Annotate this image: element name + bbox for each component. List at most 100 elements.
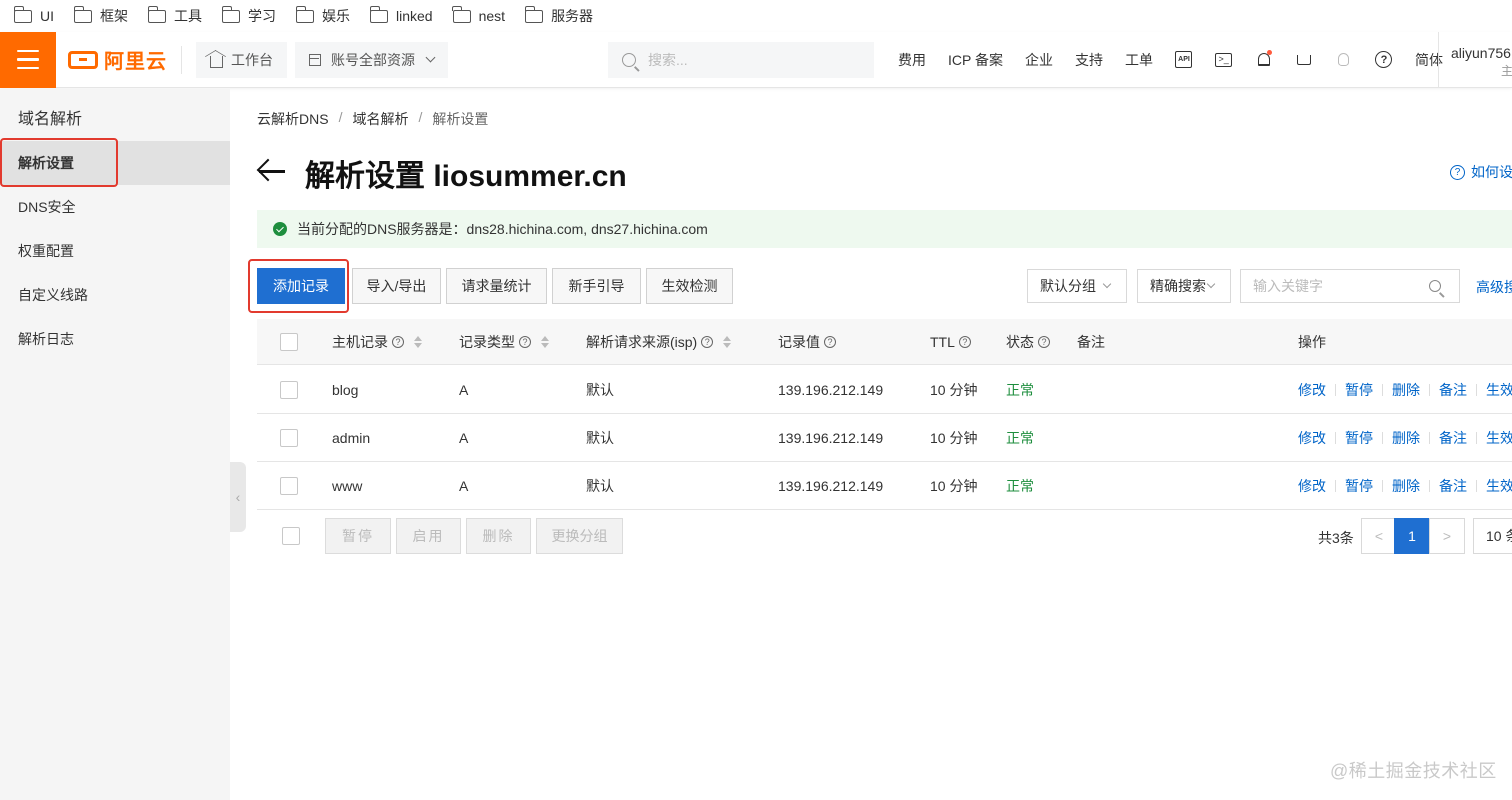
row-checkbox[interactable]: [280, 462, 298, 509]
row-checkbox[interactable]: [280, 366, 298, 413]
menu-button[interactable]: [0, 31, 56, 88]
import-export-button[interactable]: 导入/导出: [352, 268, 441, 304]
folder-icon: [369, 5, 388, 23]
dns-server-notice: 当前分配的DNS服务器是：dns28.hichina.com, dns27.hi…: [257, 210, 1512, 248]
cell-host: admin: [332, 429, 371, 446]
nav-tickets[interactable]: 工单: [1125, 50, 1153, 70]
edit-link[interactable]: 修改: [1298, 476, 1326, 496]
workbench-button[interactable]: 工作台: [196, 41, 287, 78]
user-account[interactable]: aliyun756 主: [1438, 32, 1512, 88]
global-search-input[interactable]: 搜索...: [608, 41, 874, 78]
batch-delete-button[interactable]: 删除: [466, 518, 531, 554]
column-host[interactable]: 主机记录?: [332, 319, 422, 364]
question-icon: ?: [958, 335, 971, 348]
sidebar-item-resolve-logs[interactable]: 解析日志: [0, 317, 230, 361]
top-nav-links: 费用 ICP 备案 企业 支持 工单 API >_ ? 简体: [898, 49, 1465, 70]
prev-page-button[interactable]: <: [1361, 518, 1397, 554]
breadcrumb-dns[interactable]: 云解析DNS: [257, 109, 329, 129]
question-icon: ?: [1038, 335, 1050, 348]
sort-icon[interactable]: [541, 335, 549, 349]
bookmark-ui[interactable]: UI: [13, 5, 54, 24]
select-all-checkbox[interactable]: [280, 319, 298, 364]
remark-link[interactable]: 备注: [1439, 380, 1467, 400]
cell-value: 139.196.212.149: [778, 477, 884, 494]
question-icon: ?: [1450, 164, 1465, 180]
batch-pause-button[interactable]: 暂停: [325, 518, 391, 554]
batch-change-group-button[interactable]: 更换分组: [536, 518, 623, 554]
page-1-button[interactable]: 1: [1394, 518, 1430, 554]
bookmark-linked[interactable]: linked: [369, 5, 433, 24]
bookmark-nest[interactable]: nest: [452, 5, 505, 24]
nav-billing[interactable]: 费用: [898, 50, 926, 70]
api-icon[interactable]: API: [1175, 51, 1193, 69]
group-select[interactable]: 默认分组: [1027, 269, 1127, 303]
folder-icon: [524, 5, 544, 23]
column-status: 状态?: [1006, 319, 1050, 364]
bell-icon[interactable]: [1255, 49, 1273, 69]
effect-check-button[interactable]: 生效检测: [646, 268, 733, 304]
help-icon[interactable]: ?: [1375, 51, 1393, 69]
effect-check-link[interactable]: 生效检: [1486, 476, 1512, 496]
remark-link[interactable]: 备注: [1439, 476, 1467, 496]
effect-check-link[interactable]: 生效检: [1486, 428, 1512, 448]
highlight-annotation: [0, 138, 118, 187]
nav-icp[interactable]: ICP 备案: [948, 50, 1003, 70]
question-icon: ?: [701, 335, 714, 348]
column-type[interactable]: 记录类型?: [459, 319, 549, 364]
top-navigation: 阿里云 工作台 账号全部资源 搜索... 费用 ICP 备案 企业 支持 工单 …: [0, 31, 1512, 88]
sidebar-item-weight-config[interactable]: 权重配置: [0, 229, 230, 273]
chevron-down-icon: [1206, 279, 1216, 289]
question-icon: ?: [519, 335, 531, 348]
pause-link[interactable]: 暂停: [1345, 380, 1373, 400]
cell-host: www: [332, 477, 363, 494]
delete-link[interactable]: 删除: [1392, 428, 1420, 448]
help-link[interactable]: ? 如何设: [1450, 162, 1512, 182]
sidebar-item-custom-lines[interactable]: 自定义线路: [0, 273, 230, 317]
page-size-select[interactable]: 10 条: [1473, 518, 1512, 554]
delete-link[interactable]: 删除: [1392, 380, 1420, 400]
bookmark-study[interactable]: 学习: [221, 5, 276, 26]
bookmark-tools[interactable]: 工具: [147, 5, 202, 26]
bookmark-entertainment[interactable]: 娱乐: [295, 5, 350, 26]
sidebar-collapse-handle[interactable]: ‹: [230, 462, 246, 532]
sort-icon[interactable]: [414, 335, 422, 349]
cell-isp: 默认: [586, 477, 614, 494]
notification-dot: [1266, 49, 1272, 55]
breadcrumb-separator: /: [418, 109, 423, 125]
edit-link[interactable]: 修改: [1298, 380, 1326, 400]
batch-enable-button[interactable]: 启用: [396, 518, 461, 554]
column-isp[interactable]: 解析请求来源(isp)?: [586, 319, 732, 364]
nav-support[interactable]: 支持: [1075, 50, 1103, 70]
watermark: @稀土掘金技术社区: [1330, 761, 1497, 781]
username: aliyun756: [1451, 45, 1511, 61]
nav-enterprise[interactable]: 企业: [1025, 50, 1053, 70]
column-ops: 操作: [1298, 333, 1326, 350]
total-count: 共3条: [1318, 530, 1354, 546]
resource-selector[interactable]: 账号全部资源: [295, 41, 448, 78]
advanced-search-link[interactable]: 高级搜: [1476, 277, 1512, 297]
bookmark-servers[interactable]: 服务器: [524, 5, 593, 26]
search-icon[interactable]: [1429, 280, 1441, 292]
back-arrow-icon[interactable]: [256, 156, 287, 186]
beginner-guide-button[interactable]: 新手引导: [552, 268, 641, 304]
bookmark-frameworks[interactable]: 框架: [73, 5, 128, 26]
pause-link[interactable]: 暂停: [1345, 476, 1373, 496]
sort-icon[interactable]: [723, 335, 732, 349]
breadcrumb-domain[interactable]: 域名解析: [352, 109, 408, 129]
pause-link[interactable]: 暂停: [1345, 428, 1373, 448]
batch-select-checkbox[interactable]: [282, 527, 300, 545]
effect-check-link[interactable]: 生效检: [1486, 380, 1512, 400]
terminal-icon[interactable]: >_: [1215, 51, 1233, 69]
bulb-icon[interactable]: [1335, 51, 1353, 69]
remark-link[interactable]: 备注: [1439, 428, 1467, 448]
search-mode-select[interactable]: 精确搜索: [1137, 269, 1231, 303]
next-page-button[interactable]: >: [1429, 518, 1465, 554]
cart-icon[interactable]: [1295, 51, 1313, 69]
keyword-search-input[interactable]: 输入关键字: [1240, 269, 1460, 303]
delete-link[interactable]: 删除: [1392, 476, 1420, 496]
row-checkbox[interactable]: [280, 414, 298, 461]
request-stats-button[interactable]: 请求量统计: [446, 268, 547, 304]
edit-link[interactable]: 修改: [1298, 428, 1326, 448]
sidebar-item-dns-security[interactable]: DNS安全: [0, 185, 230, 229]
aliyun-logo[interactable]: 阿里云: [68, 45, 182, 74]
